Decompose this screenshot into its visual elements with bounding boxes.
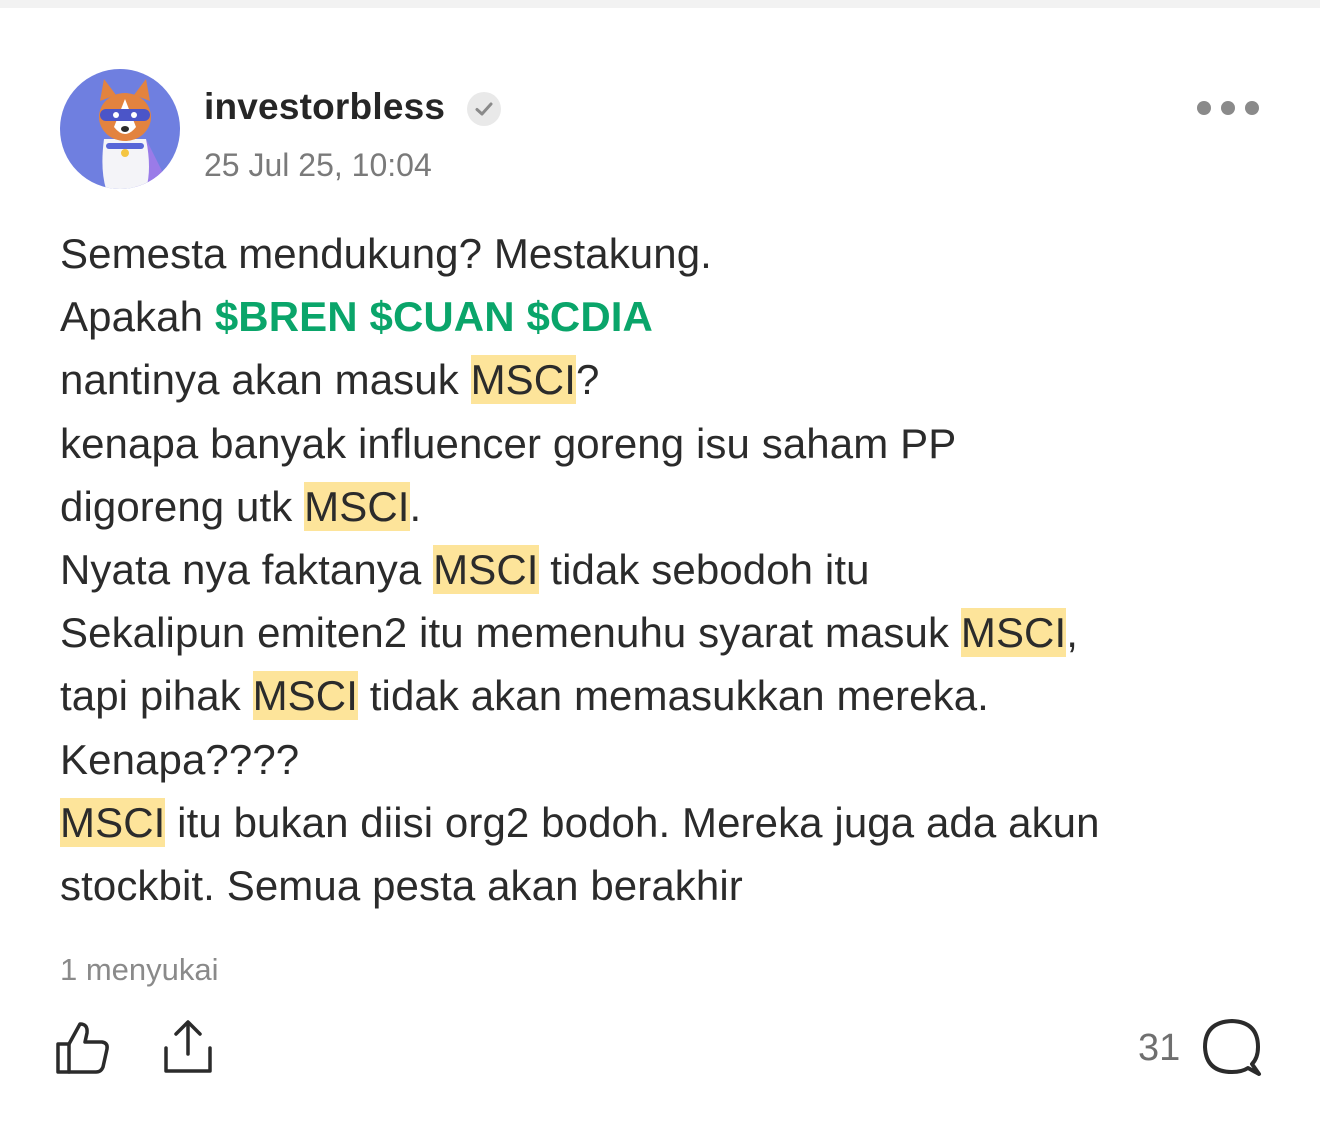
avatar[interactable]	[60, 69, 180, 189]
post-text: Nyata nya faktanya	[60, 545, 434, 593]
post-text: Sekalipun emiten2 itu memenuhu syarat ma…	[60, 609, 961, 657]
post-text: tidak akan memasukkan mereka.	[357, 672, 989, 720]
post-line: stockbit. Semua pesta akan berakhir	[60, 854, 1290, 917]
post-line: tapi pihak MSCI tidak akan memasukkan me…	[60, 664, 1290, 727]
cashtag-link[interactable]: $CUAN	[369, 293, 514, 340]
post-line: Kenapa????	[60, 728, 1290, 791]
post-line: digoreng utk MSCI.	[60, 475, 1290, 538]
post-text: ,	[1066, 609, 1079, 657]
post-text: nantinya akan masuk	[60, 356, 471, 404]
post-line: kenapa banyak influencer goreng isu saha…	[60, 412, 1290, 475]
post-text: Kenapa????	[60, 735, 300, 783]
dog-mascot-avatar-icon	[99, 79, 170, 189]
post-text: digoreng utk	[60, 482, 305, 530]
post-line: Apakah $BREN $CUAN $CDIA	[60, 285, 1290, 348]
cashtag-link[interactable]: $CDIA	[526, 293, 653, 340]
post-text: Apakah	[60, 293, 215, 341]
top-divider	[0, 0, 1320, 8]
post-text: itu bukan diisi org2 bodoh. Mereka juga …	[165, 798, 1100, 846]
thumbs-up-icon[interactable]	[54, 1018, 112, 1076]
cashtag-link[interactable]: $BREN	[215, 293, 358, 340]
post-text: tapi pihak	[60, 672, 253, 720]
post-line: Nyata nya faktanya MSCI tidak sebodoh it…	[60, 538, 1290, 601]
share-icon[interactable]	[162, 1018, 214, 1076]
likes-count[interactable]: 1 menyukai	[60, 950, 219, 990]
post-text: .	[409, 482, 422, 530]
post-timestamp: 25 Jul 25, 10:04	[204, 147, 432, 183]
author-name[interactable]: investorbless	[204, 86, 445, 128]
post-body: Semesta mendukung? Mestakung. Apakah $BR…	[60, 222, 1290, 917]
post-text: ?	[575, 356, 600, 404]
verified-check-icon	[467, 92, 501, 126]
post-text: kenapa banyak influencer goreng isu saha…	[60, 419, 957, 467]
post-line: Sekalipun emiten2 itu memenuhu syarat ma…	[60, 601, 1290, 664]
highlighted-keyword: MSCI	[433, 544, 539, 594]
post-text: Semesta mendukung? Mestakung.	[60, 230, 712, 277]
more-options-icon[interactable]	[1194, 96, 1262, 120]
highlighted-keyword: MSCI	[960, 608, 1067, 658]
post-line: MSCI itu bukan diisi org2 bodoh. Mereka …	[60, 791, 1290, 854]
highlighted-keyword: MSCI	[470, 355, 576, 405]
post-line: nantinya akan masuk MSCI?	[60, 348, 1290, 411]
post-line: Semesta mendukung? Mestakung.	[60, 222, 1290, 285]
highlighted-keyword: MSCI	[304, 481, 410, 531]
comment-count: 31	[1138, 1027, 1181, 1069]
highlighted-keyword: MSCI	[252, 671, 358, 721]
post-text: tidak sebodoh itu	[538, 545, 870, 593]
post-text: stockbit. Semua pesta akan berakhir	[60, 861, 743, 909]
comment-bubble-icon[interactable]	[1200, 1016, 1264, 1080]
highlighted-keyword: MSCI	[60, 797, 166, 847]
